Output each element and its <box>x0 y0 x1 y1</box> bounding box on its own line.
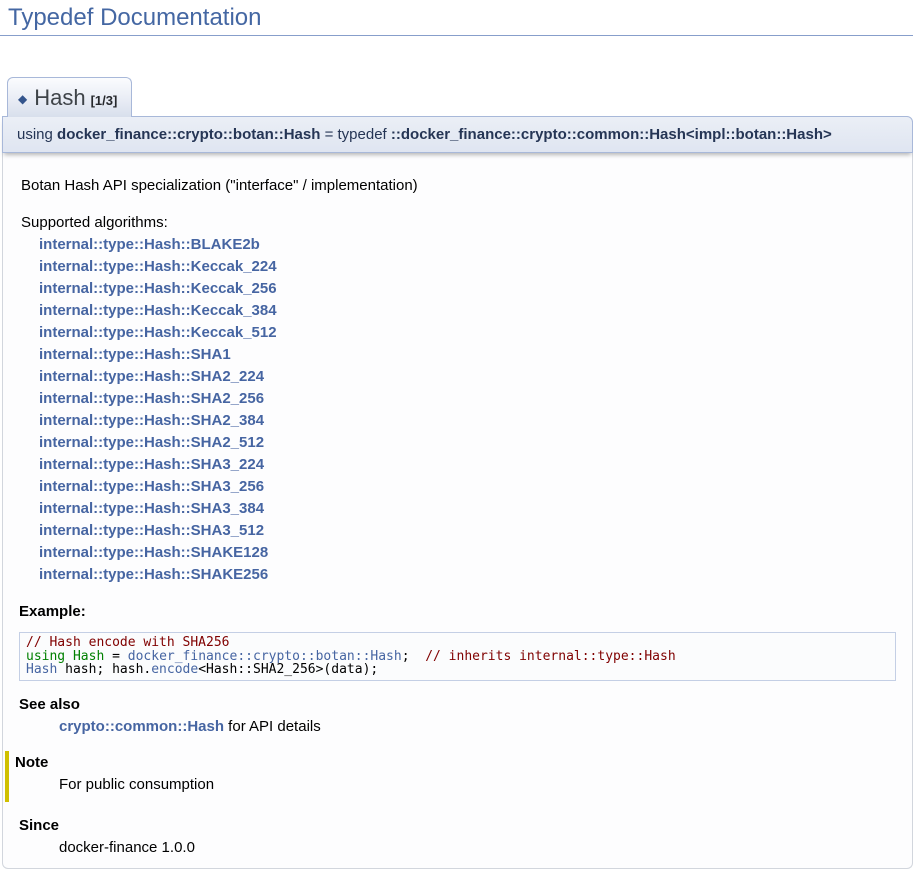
see-also-section: See also crypto::common::Hash for API de… <box>19 696 896 735</box>
algorithm-link[interactable]: internal::type::Hash::Keccak_512 <box>39 322 896 344</box>
algorithm-link[interactable]: internal::type::Hash::SHA2_256 <box>39 388 896 410</box>
example-label: Example: <box>19 603 896 620</box>
see-also-label: See also <box>19 696 896 713</box>
since-section: Since docker-finance 1.0.0 <box>19 817 896 856</box>
algorithm-link[interactable]: internal::type::Hash::SHA3_512 <box>39 520 896 542</box>
code-token: hash; hash. <box>57 662 151 677</box>
see-also-suffix: for API details <box>224 718 321 735</box>
declaration-prefix: using <box>17 126 57 143</box>
member-description: Botan Hash API specialization ("interfac… <box>21 177 896 194</box>
code-token: // inherits internal::type::Hash <box>425 649 675 664</box>
algorithm-list: internal::type::Hash::BLAKE2binternal::t… <box>39 234 896 586</box>
since-text: docker-finance 1.0.0 <box>59 839 896 856</box>
member-title-tab: ◆ Hash [1/3] <box>7 77 132 117</box>
algorithm-link[interactable]: internal::type::Hash::SHA2_384 <box>39 410 896 432</box>
member-item: using docker_finance::crypto::botan::Has… <box>2 116 913 869</box>
algorithm-link[interactable]: internal::type::Hash::Keccak_384 <box>39 300 896 322</box>
code-line: // Hash encode with SHA256 <box>26 636 889 650</box>
algorithm-link[interactable]: internal::type::Hash::Keccak_256 <box>39 278 896 300</box>
algorithm-link[interactable]: internal::type::Hash::SHA3_224 <box>39 454 896 476</box>
member-name: Hash <box>34 85 85 110</box>
code-token: <Hash::SHA2_256>(data); <box>198 662 378 677</box>
code-token: ; <box>402 649 425 664</box>
declaration-name: docker_finance::crypto::botan::Hash <box>57 126 320 143</box>
code-link[interactable]: Hash <box>26 662 57 677</box>
example-code: // Hash encode with SHA256using Hash = d… <box>19 632 896 681</box>
supported-algorithms-label: Supported algorithms: <box>21 214 168 231</box>
member-declaration: using docker_finance::crypto::botan::Has… <box>2 116 913 153</box>
declaration-type: ::docker_finance::crypto::common::Hash<i… <box>391 126 832 143</box>
permalink-icon[interactable]: ◆ <box>18 92 27 106</box>
algorithm-link[interactable]: internal::type::Hash::SHA2_512 <box>39 432 896 454</box>
see-also-content: crypto::common::Hash for API details <box>59 718 896 735</box>
algorithm-link[interactable]: internal::type::Hash::SHA3_256 <box>39 476 896 498</box>
note-section: Note For public consumption <box>5 751 896 802</box>
code-line: Hash hash; hash.encode<Hash::SHA2_256>(d… <box>26 663 889 677</box>
page-title: Typedef Documentation <box>0 0 913 36</box>
code-line: using Hash = docker_finance::crypto::bot… <box>26 650 889 664</box>
see-also-link[interactable]: crypto::common::Hash <box>59 718 224 735</box>
note-label: Note <box>15 754 896 771</box>
algorithm-link[interactable]: internal::type::Hash::SHAKE128 <box>39 542 896 564</box>
algorithm-link[interactable]: internal::type::Hash::Keccak_224 <box>39 256 896 278</box>
algorithm-link[interactable]: internal::type::Hash::BLAKE2b <box>39 234 896 256</box>
algorithm-link[interactable]: internal::type::Hash::SHAKE256 <box>39 564 896 586</box>
member-doc: Botan Hash API specialization ("interfac… <box>2 153 913 869</box>
member-overload-index: [1/3] <box>91 93 118 108</box>
supported-algorithms-block: Supported algorithms: internal::type::Ha… <box>21 212 896 586</box>
code-link[interactable]: encode <box>151 662 198 677</box>
algorithm-link[interactable]: internal::type::Hash::SHA2_224 <box>39 366 896 388</box>
algorithm-link[interactable]: internal::type::Hash::SHA3_384 <box>39 498 896 520</box>
since-label: Since <box>19 817 896 834</box>
algorithm-link[interactable]: internal::type::Hash::SHA1 <box>39 344 896 366</box>
note-text: For public consumption <box>59 776 896 793</box>
declaration-middle: = typedef <box>320 126 390 143</box>
